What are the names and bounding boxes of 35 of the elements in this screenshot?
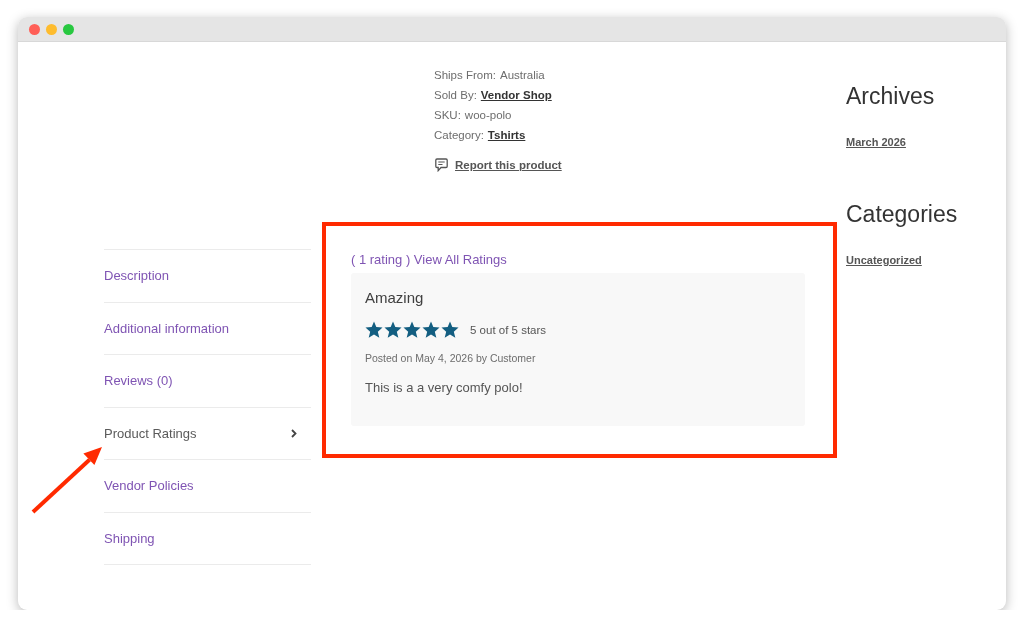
star-icon [365,321,383,339]
tab[interactable]: Shipping [104,511,311,564]
star-icon [441,321,459,339]
report-link[interactable]: Report this product [455,159,562,171]
rating-text: 5 out of 5 stars [470,324,547,336]
view-ratings-link[interactable]: ( 1 rating ) View All Ratings [351,250,507,270]
tab[interactable]: Description [104,249,311,302]
meta-link[interactable]: Tshirts [487,125,526,145]
annotation-arrow [31,447,102,514]
meta-label: Ships From: [434,68,496,83]
tab[interactable]: Additional information [104,301,311,354]
widget-title: Categories [846,200,958,229]
star-icon [422,321,440,339]
tab[interactable]: Product Ratings [104,406,311,459]
star-icon [403,321,421,339]
widget-link[interactable]: Uncategorized [846,252,922,268]
meta-value: woo-polo [464,108,512,123]
review-title: Amazing [365,288,424,308]
meta-link[interactable]: Vendor Shop [480,85,552,105]
meta-label: SKU: [434,108,461,123]
tab[interactable]: Vendor Policies [104,459,311,512]
meta-value: Australia [500,68,545,83]
tab[interactable]: Reviews (0) [104,354,311,407]
close-icon[interactable] [29,23,40,35]
maximize-icon[interactable] [63,23,74,35]
minimize-icon[interactable] [46,23,57,35]
widget-title: Archives [846,82,935,111]
meta-label: Category: [434,128,484,143]
chevron-icon [291,428,297,438]
review-date: Posted on May 4, 2026 by Customer [365,351,536,366]
speech-bubble-icon [435,158,448,172]
meta-label: Sold By: [434,88,477,103]
review-text: This is a a very comfy polo! [365,379,523,397]
widget-link[interactable]: March 2026 [846,134,906,150]
star-icon [384,321,402,339]
